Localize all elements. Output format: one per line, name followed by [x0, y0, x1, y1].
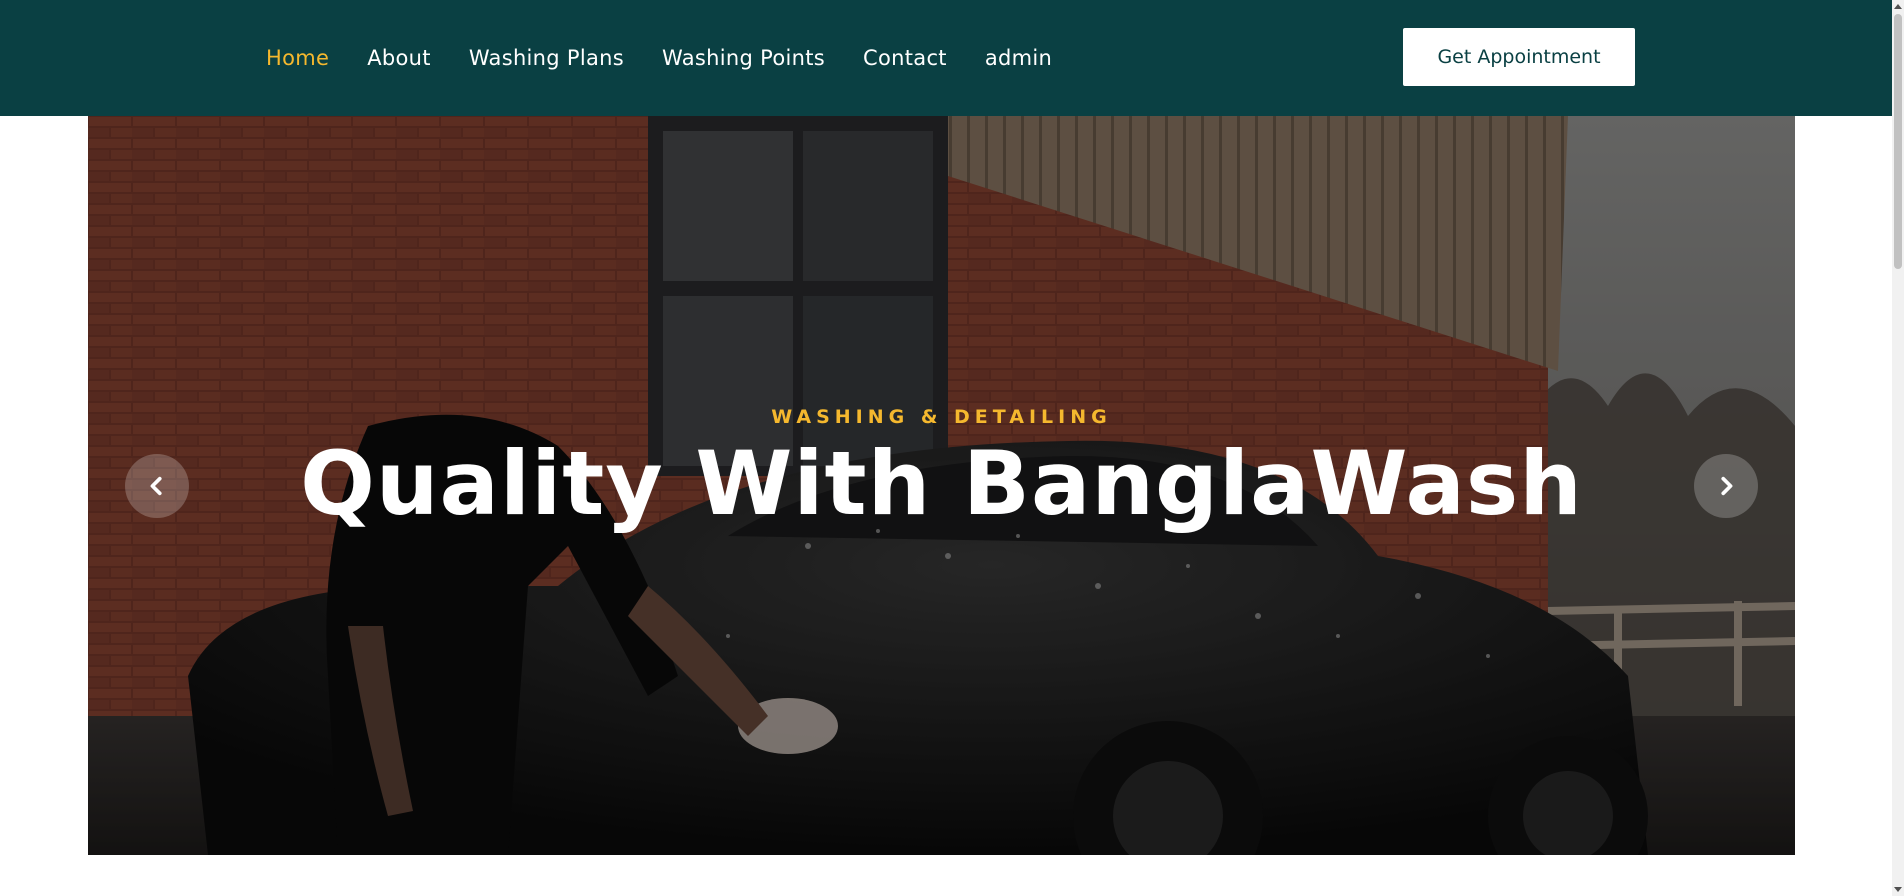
scroll-down-arrow-icon[interactable] [1892, 884, 1904, 896]
carousel-next-button[interactable] [1694, 454, 1758, 518]
scroll-up-arrow-icon[interactable] [1892, 0, 1904, 12]
nav-item-admin[interactable]: admin [985, 46, 1052, 70]
site-header: Home About Washing Plans Washing Points … [0, 0, 1892, 116]
chevron-right-icon [1721, 476, 1733, 496]
main-nav: Home About Washing Plans Washing Points … [266, 0, 1090, 116]
get-appointment-button[interactable]: Get Appointment [1403, 28, 1635, 86]
chevron-left-icon [150, 476, 162, 496]
hero-carousel: WASHING & DETAILING Quality With BanglaW… [88, 116, 1795, 855]
nav-item-washing-plans[interactable]: Washing Plans [469, 46, 624, 70]
hero-title: Quality With BanglaWash [300, 432, 1583, 535]
scrollbar-thumb[interactable] [1894, 14, 1902, 269]
nav-item-home[interactable]: Home [266, 46, 329, 70]
nav-item-contact[interactable]: Contact [863, 46, 947, 70]
nav-item-about[interactable]: About [367, 46, 431, 70]
hero-content: WASHING & DETAILING Quality With BanglaW… [88, 116, 1795, 855]
nav-item-washing-points[interactable]: Washing Points [662, 46, 825, 70]
carousel-prev-button[interactable] [125, 454, 189, 518]
page: Home About Washing Plans Washing Points … [0, 0, 1904, 896]
hero-kicker: WASHING & DETAILING [771, 406, 1112, 428]
vertical-scrollbar[interactable] [1892, 0, 1904, 896]
